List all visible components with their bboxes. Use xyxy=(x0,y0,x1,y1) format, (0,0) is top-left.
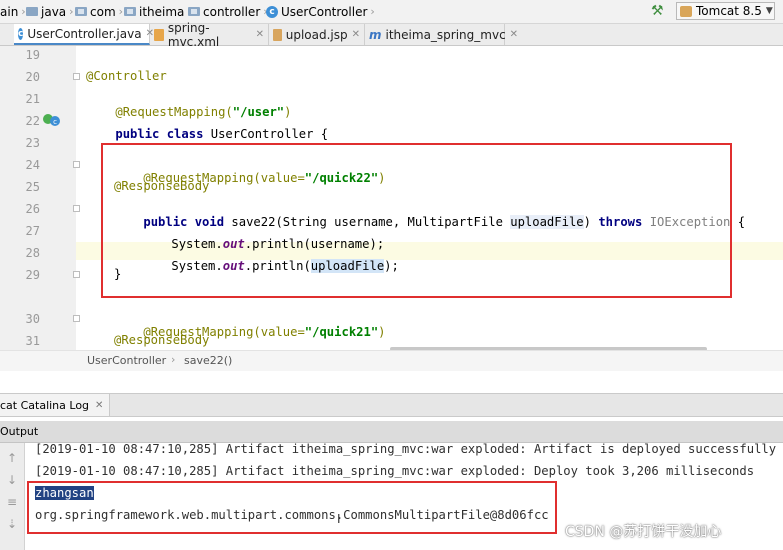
highlight-box-output xyxy=(27,481,557,534)
crumb-label: java xyxy=(41,4,67,19)
chevron-right-icon: › xyxy=(69,5,74,18)
annotation-token: ) xyxy=(378,325,386,339)
close-icon[interactable]: ✕ xyxy=(95,400,103,411)
editor-tab-bar: c UserController.java ✕ spring-mvc.xml ✕… xyxy=(0,21,783,49)
line-number: 21 xyxy=(25,92,40,106)
breadcrumb-method[interactable]: save22() xyxy=(184,354,232,367)
package-icon xyxy=(75,7,87,16)
class-icon: c xyxy=(18,27,24,40)
editor-breadcrumb: UserController › save22() xyxy=(0,350,783,371)
line-number: 29 xyxy=(25,268,40,282)
tab-itheima-spring-mvc[interactable]: m itheima_spring_mvc ✕ xyxy=(365,24,518,45)
output-title: Output xyxy=(0,425,39,438)
folder-icon xyxy=(26,7,38,16)
line-number: 28 xyxy=(25,246,40,260)
chevron-down-icon: ▼ xyxy=(765,6,773,16)
tab-spring-mvc-xml[interactable]: spring-mvc.xml ✕ xyxy=(150,21,269,49)
text-cursor-icon: I xyxy=(337,512,341,526)
tab-label: upload.jsp xyxy=(285,27,348,42)
chevron-right-icon: › xyxy=(370,5,375,18)
run-class-gutter-icon[interactable]: c xyxy=(42,113,61,127)
breadcrumb-class[interactable]: UserController xyxy=(87,354,166,367)
line-number: 24 xyxy=(25,158,40,172)
crumb-label: controller xyxy=(203,4,261,19)
run-configuration-select[interactable]: Tomcat 8.5 ▼ xyxy=(676,2,775,20)
fold-marker-icon[interactable] xyxy=(73,271,80,278)
build-hammer-icon[interactable]: ⚒ xyxy=(651,4,667,19)
chevron-right-icon: › xyxy=(118,5,124,18)
line-number: 19 xyxy=(25,48,40,62)
console-toolbar: ↑ ↓ ≡ ⇣ xyxy=(0,443,25,550)
code-editor[interactable]: 19 20 21 22 23 24 25 26 27 28 29 30 31 3… xyxy=(0,46,783,350)
console-line: [2019-01-10 08:47:10,285] Artifact ithei… xyxy=(35,442,777,456)
crumb-main[interactable]: ain › xyxy=(0,3,26,20)
svg-text:c: c xyxy=(53,118,57,126)
line-number: 27 xyxy=(25,224,40,238)
output-header: Output xyxy=(0,421,783,443)
crumb-label: itheima xyxy=(139,4,185,19)
crumb-usercontroller[interactable]: c UserController › xyxy=(266,3,375,20)
string-token: "/quick21" xyxy=(304,325,379,339)
jsp-file-icon xyxy=(273,28,282,41)
line-number: 22 xyxy=(25,114,40,128)
line-number: 30 xyxy=(25,312,40,326)
class-icon: c xyxy=(266,5,278,18)
tab-usercontroller-java[interactable]: c UserController.java ✕ xyxy=(14,24,154,45)
tab-label: UserController.java xyxy=(27,26,142,41)
xml-file-icon xyxy=(154,28,164,41)
scroll-down-icon[interactable]: ↓ xyxy=(4,473,20,487)
fold-marker-icon[interactable] xyxy=(73,73,80,80)
scroll-up-icon[interactable]: ↑ xyxy=(4,451,20,465)
tool-window-tab-bar: cat Catalina Log ✕ xyxy=(0,393,783,417)
navigation-bar: ain› java› com› itheima› controller› c U… xyxy=(0,0,783,24)
fold-marker-icon[interactable] xyxy=(73,161,80,168)
line-number: 31 xyxy=(25,334,40,348)
line-number: 20 xyxy=(25,70,40,84)
tab-label: spring-mvc.xml xyxy=(167,20,220,49)
tab-catalina-log[interactable]: cat Catalina Log ✕ xyxy=(0,394,111,416)
keyword-token: public class xyxy=(115,127,211,141)
fold-marker-icon[interactable] xyxy=(73,315,80,322)
module-icon: m xyxy=(369,27,382,42)
crumb-label: UserController xyxy=(281,4,368,19)
line-number: 26 xyxy=(25,202,40,216)
close-icon[interactable]: ✕ xyxy=(352,29,360,40)
tab-label: itheima_spring_mvc xyxy=(385,27,506,42)
close-icon[interactable]: ✕ xyxy=(510,29,518,40)
code-line-20: @Controller xyxy=(86,69,167,83)
tomcat-icon xyxy=(680,5,692,17)
tab-label: cat Catalina Log xyxy=(0,398,90,412)
crumb-label: com xyxy=(90,4,116,19)
crumb-java[interactable]: java › xyxy=(26,3,74,20)
console-line: [2019-01-10 08:47:10,285] Artifact ithei… xyxy=(35,464,755,478)
close-icon[interactable]: ✕ xyxy=(256,29,264,40)
watermark: CSDN @苏打饼干没加心 xyxy=(565,524,722,540)
package-icon xyxy=(188,7,200,16)
run-config-label: Tomcat 8.5 xyxy=(696,4,762,18)
code-token: { xyxy=(730,215,746,229)
crumb-com[interactable]: com › xyxy=(75,3,123,20)
crumb-label: ain xyxy=(0,4,19,19)
chevron-right-icon: › xyxy=(171,353,176,366)
highlight-box-method xyxy=(101,143,732,298)
code-token: UserController { xyxy=(210,127,329,141)
fold-marker-icon[interactable] xyxy=(73,205,80,212)
code-line-32: @ResponseBody xyxy=(114,333,210,347)
tab-upload-jsp[interactable]: upload.jsp ✕ xyxy=(269,24,365,45)
line-number: 23 xyxy=(25,136,40,150)
line-number: 25 xyxy=(25,180,40,194)
scroll-to-end-icon[interactable]: ⇣ xyxy=(4,517,20,531)
crumb-controller[interactable]: controller› xyxy=(188,3,268,20)
package-icon xyxy=(124,7,136,16)
crumb-itheima[interactable]: itheima› xyxy=(124,3,192,20)
soft-wrap-icon[interactable]: ≡ xyxy=(4,495,20,509)
